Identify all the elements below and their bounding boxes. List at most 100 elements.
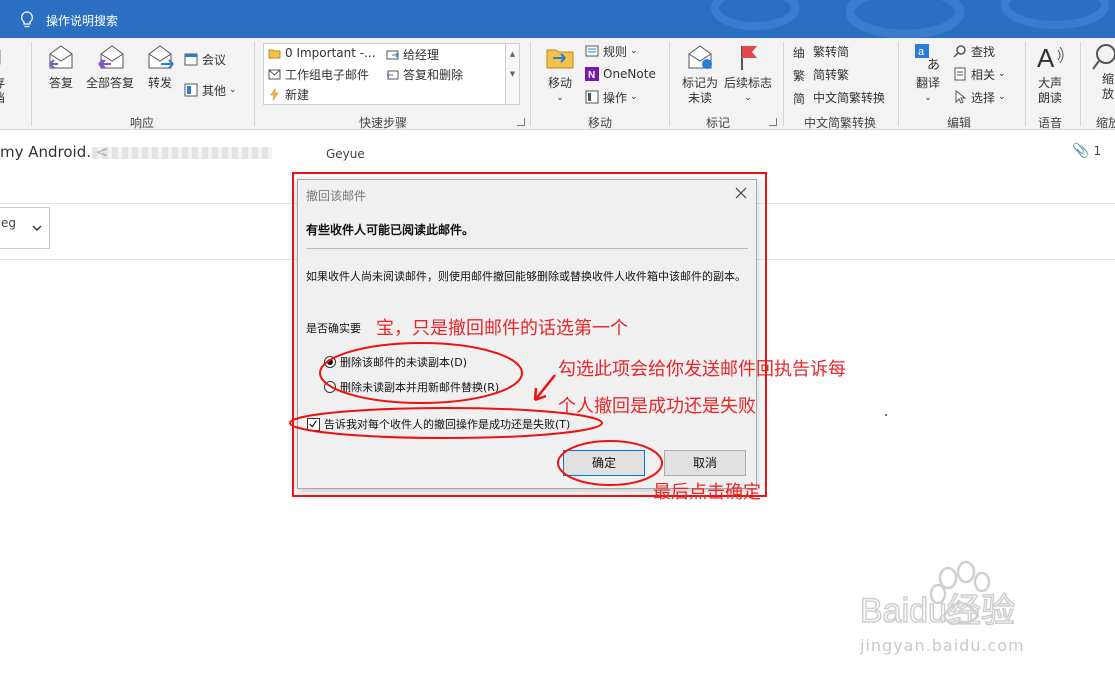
watermark-url: jingyan.baidu.com	[860, 636, 1025, 655]
redacted-address	[92, 147, 272, 159]
watermark-brand: Baidu经验	[860, 592, 1015, 630]
tell-me-search[interactable]: 操作说明搜索	[46, 12, 118, 29]
quick-step-new[interactable]: 新建	[268, 86, 309, 103]
quick-step-team-email[interactable]: 工作组电子邮件	[268, 66, 369, 83]
reply-button[interactable]: 答复	[44, 42, 78, 91]
find-label: 查找	[971, 44, 996, 59]
save-icon	[0, 42, 4, 72]
search-icon	[953, 44, 967, 58]
calendar-icon	[184, 52, 198, 66]
dialog-launcher-icon[interactable]	[769, 118, 777, 126]
team-mail-icon	[268, 68, 281, 81]
group-label-tags: 标记	[706, 116, 731, 130]
forward-mail-icon	[386, 48, 399, 61]
reply-all-label: 全部答复	[85, 76, 134, 90]
reply-all-icon	[95, 42, 125, 72]
traditional-char-icon: 䌷	[793, 46, 806, 60]
move-label: 移动	[547, 76, 572, 90]
chinese-conversion-button[interactable]: 简 中文简繁转换	[793, 88, 885, 107]
follow-up-label: 后续标志	[723, 76, 772, 90]
translate-label: 翻译	[915, 76, 940, 90]
ribbon-separator	[530, 42, 531, 126]
mark-unread-button[interactable]: 标记为 未读	[680, 42, 720, 106]
read-aloud-label-1: 大声	[1037, 76, 1062, 90]
mark-unread-label-1: 标记为	[681, 76, 718, 90]
quick-steps-gallery[interactable]: 0 Important -... 给经理 工作组电子邮件 答复和删除 新建 ▲ …	[263, 43, 520, 105]
conversion-char-icon: 简	[793, 92, 806, 106]
chevron-down-icon: ⌄	[924, 93, 932, 103]
reply-all-button[interactable]: 全部答复	[84, 42, 136, 91]
chevron-down-icon: ⌄	[998, 69, 1006, 79]
quick-step-important[interactable]: 0 Important -...	[268, 46, 376, 60]
chevron-down-icon: ⌄	[998, 92, 1006, 102]
traditional-to-simplified-button[interactable]: 䌷 繁转简	[793, 42, 850, 61]
reply-icon	[46, 42, 76, 72]
more-label: 其他	[202, 83, 227, 98]
reply-label: 答复	[48, 76, 73, 90]
simplified-char-icon: 繁	[793, 69, 806, 83]
zoom-button-partial[interactable]: 缩 放	[1092, 42, 1115, 102]
group-label-quick-steps: 快速步骤	[359, 116, 408, 130]
ribbon-separator	[669, 42, 670, 126]
meeting-label: 会议	[202, 52, 227, 67]
mail-recipient: Geyue	[326, 147, 365, 161]
chevron-down-icon: ⌄	[744, 93, 752, 103]
reply-delete-icon	[386, 68, 399, 81]
outlook-window: 操作说明搜索 存 档 答复 全部答复	[0, 0, 1115, 686]
ribbon: 存 档 答复 全部答复 转发 会议 其他	[0, 38, 1115, 130]
chevron-down-icon: ⌄	[556, 93, 564, 103]
dialog-launcher-icon[interactable]	[517, 118, 525, 126]
quick-step-label: 给经理	[403, 48, 440, 62]
zoom-label-2: 放	[1102, 87, 1115, 101]
scroll-down-icon[interactable]: ▼	[506, 64, 519, 84]
paperclip-icon: 📎	[1072, 143, 1090, 159]
chevron-down-icon[interactable]	[31, 223, 43, 233]
onenote-icon: N	[585, 67, 599, 81]
zoom-label-1: 缩	[1102, 72, 1115, 86]
find-button[interactable]: 查找	[953, 42, 995, 60]
onenote-button[interactable]: N OneNote	[585, 65, 656, 83]
follow-up-button[interactable]: 后续标志 ⌄	[722, 42, 774, 106]
svg-text:a: a	[918, 46, 925, 58]
related-button[interactable]: 相关 ⌄	[953, 65, 1006, 83]
mark-unread-label-2: 未读	[687, 91, 712, 105]
zoom-icon	[1092, 42, 1115, 72]
more-icon	[184, 83, 198, 97]
attachment-chip[interactable]: eg	[0, 207, 50, 249]
more-respond-button[interactable]: 其他 ⌄	[184, 81, 237, 99]
svg-text:N: N	[588, 70, 595, 81]
chevron-down-icon: ⌄	[229, 85, 237, 95]
scroll-up-icon[interactable]: ▲	[506, 44, 519, 64]
translate-button[interactable]: aあ 翻译 ⌄	[908, 42, 948, 106]
to-simplified-label: 繁转简	[813, 44, 850, 59]
meeting-button[interactable]: 会议	[184, 50, 226, 68]
simplified-to-traditional-button[interactable]: 繁 简转繁	[793, 65, 849, 84]
quick-step-to-manager[interactable]: 给经理	[386, 46, 439, 63]
annotation-checkbox-line2: 个人撤回是成功还是失败	[558, 396, 756, 417]
actions-button[interactable]: 操作 ⌄	[585, 88, 638, 106]
annotation-first-option: 宝，只是撤回邮件的话选第一个	[376, 318, 628, 339]
select-button[interactable]: 选择 ⌄	[953, 88, 1006, 106]
ribbon-separator	[1080, 42, 1081, 126]
move-button[interactable]: 移动 ⌄	[542, 42, 578, 106]
quick-steps-scrollbar[interactable]: ▲ ▼	[505, 44, 519, 104]
save-label-2: 档	[0, 91, 12, 106]
group-label-respond: 响应	[130, 116, 155, 130]
svg-text:A: A	[1037, 43, 1055, 72]
quick-step-label: 工作组电子邮件	[285, 68, 370, 82]
ribbon-separator	[31, 42, 32, 126]
read-aloud-button[interactable]: A 大声 朗读	[1033, 42, 1067, 106]
select-label: 选择	[971, 90, 996, 105]
group-label-chinese-conversion: 中文简繁转换	[804, 116, 877, 130]
title-bar-pattern	[711, 0, 1109, 38]
actions-label: 操作	[603, 90, 628, 105]
attachment-indicator[interactable]: 📎 1	[1072, 143, 1101, 159]
quick-step-label: 答复和删除	[403, 68, 464, 82]
lightbulb-icon[interactable]	[19, 11, 35, 29]
onenote-label: OneNote	[603, 67, 656, 81]
read-aloud-icon: A	[1035, 42, 1065, 73]
save-button-partial[interactable]: 存 档	[0, 42, 12, 106]
quick-step-reply-delete[interactable]: 答复和删除	[386, 66, 463, 83]
forward-button[interactable]: 转发	[143, 42, 177, 91]
rules-button[interactable]: 规则 ⌄	[585, 42, 638, 60]
